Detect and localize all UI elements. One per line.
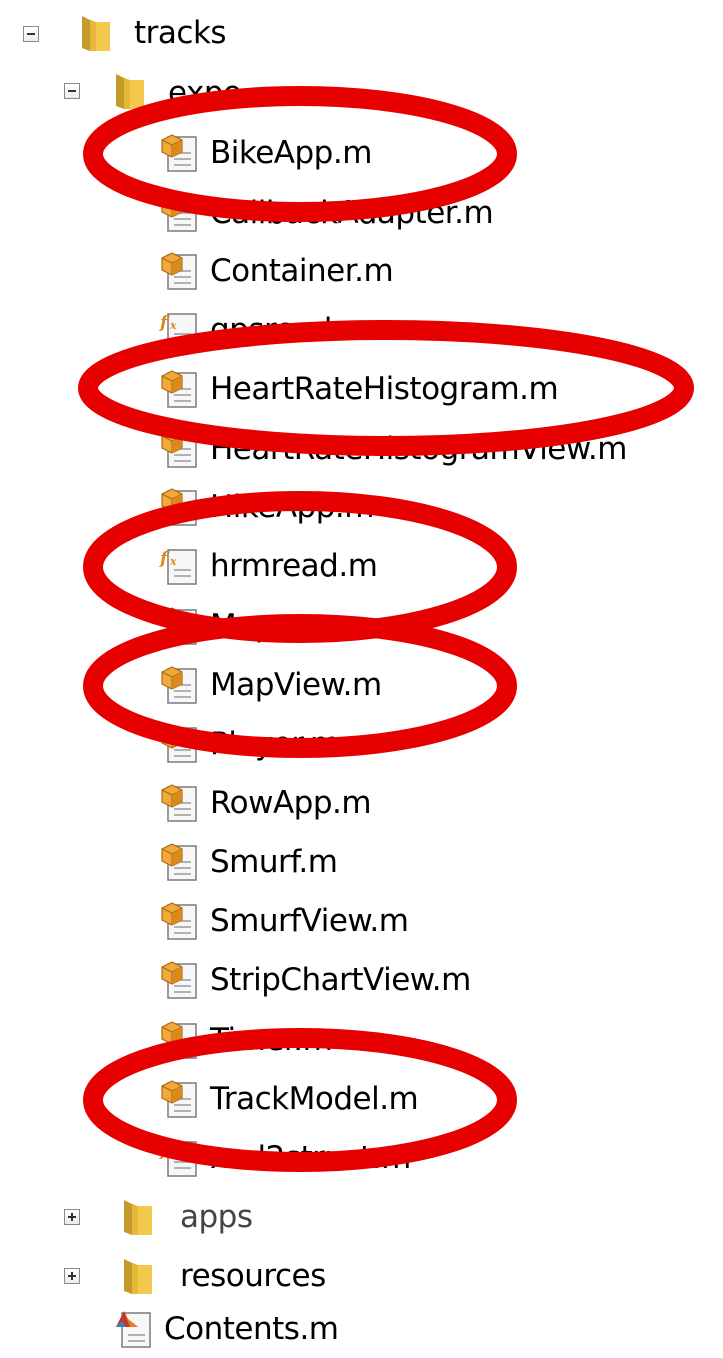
file-label: CallbackAdapter.m xyxy=(210,194,494,231)
file-label: BikeApp.m xyxy=(210,134,372,171)
tree-node-file[interactable]: RowApp.m xyxy=(158,774,372,832)
class-file-icon xyxy=(158,1018,202,1062)
file-label: HeartRateHistogramView.m xyxy=(210,430,627,467)
function-file-icon xyxy=(158,308,202,352)
file-label: Timer.m xyxy=(210,1021,333,1058)
folder-icon xyxy=(80,12,114,52)
tree-node-file[interactable]: gpsread.m xyxy=(158,301,371,359)
folder-label: resources xyxy=(180,1257,326,1294)
class-file-icon xyxy=(158,899,202,943)
tree-node-file[interactable]: BikeApp.m xyxy=(158,124,372,182)
class-file-icon xyxy=(158,427,202,471)
tree-node-tracks[interactable]: tracks xyxy=(134,4,227,62)
tree-node-file[interactable]: StripChartView.m xyxy=(158,951,471,1009)
file-label: HeartRateHistogram.m xyxy=(210,370,559,407)
tree-node-apps[interactable]: apps xyxy=(180,1188,253,1246)
tree-node-file[interactable]: Smurf.m xyxy=(158,833,338,891)
folder-label: tracks xyxy=(134,14,227,51)
tree-node-file[interactable]: HikeApp.m xyxy=(158,478,374,536)
class-file-icon xyxy=(158,1077,202,1121)
folder-icon xyxy=(122,1196,156,1236)
class-file-icon xyxy=(158,191,202,235)
tree-node-resources[interactable]: resources xyxy=(180,1247,326,1305)
folder-label: apps xyxy=(180,1198,253,1235)
tree-node-contents[interactable]: Contents.m xyxy=(112,1300,339,1358)
tree-node-file[interactable]: Map.m xyxy=(158,597,313,655)
tree-node-file[interactable]: xml2struct.m xyxy=(158,1129,411,1187)
expand-toggle-resources[interactable] xyxy=(64,1268,80,1284)
class-file-icon xyxy=(158,604,202,648)
collapse-toggle-tracks[interactable] xyxy=(23,26,39,42)
class-file-icon xyxy=(158,485,202,529)
contents-file-icon xyxy=(112,1307,156,1351)
file-label: Player.m xyxy=(210,725,340,762)
function-file-icon xyxy=(158,1136,202,1180)
class-file-icon xyxy=(158,367,202,411)
class-file-icon xyxy=(158,781,202,825)
tree-node-file[interactable]: HeartRateHistogram.m xyxy=(158,360,559,418)
file-label: MapView.m xyxy=(210,666,382,703)
file-label: hrmread.m xyxy=(210,547,378,584)
file-label: HikeApp.m xyxy=(210,488,374,525)
class-file-icon xyxy=(158,840,202,884)
tree-node-file[interactable]: hrmread.m xyxy=(158,537,378,595)
file-label: SmurfView.m xyxy=(210,902,409,939)
expand-toggle-apps[interactable] xyxy=(64,1209,80,1225)
tree-node-file[interactable]: MapView.m xyxy=(158,656,382,714)
tree-node-file[interactable]: Container.m xyxy=(158,242,394,300)
tree-node-expo[interactable]: expo xyxy=(168,64,242,122)
folder-label: expo xyxy=(168,74,242,111)
folder-icon xyxy=(114,70,148,110)
file-label: Contents.m xyxy=(164,1310,339,1347)
tree-node-file[interactable]: Player.m xyxy=(158,715,340,773)
file-label: Smurf.m xyxy=(210,843,338,880)
file-label: gpsread.m xyxy=(210,311,371,348)
file-label: Map.m xyxy=(210,607,313,644)
tree-node-file[interactable]: SmurfView.m xyxy=(158,892,409,950)
tree-node-file[interactable]: HeartRateHistogramView.m xyxy=(158,420,627,478)
collapse-toggle-expo[interactable] xyxy=(64,83,80,99)
class-file-icon xyxy=(158,722,202,766)
folder-icon xyxy=(122,1255,156,1295)
function-file-icon xyxy=(158,544,202,588)
tree-node-file[interactable]: Timer.m xyxy=(158,1011,333,1069)
tree-node-file[interactable]: CallbackAdapter.m xyxy=(158,184,494,242)
file-label: StripChartView.m xyxy=(210,961,471,998)
file-label: RowApp.m xyxy=(210,784,372,821)
tree-node-file[interactable]: TrackModel.m xyxy=(158,1070,419,1128)
file-label: xml2struct.m xyxy=(210,1139,411,1176)
class-file-icon xyxy=(158,131,202,175)
file-label: Container.m xyxy=(210,252,394,289)
class-file-icon xyxy=(158,663,202,707)
class-file-icon xyxy=(158,958,202,1002)
file-label: TrackModel.m xyxy=(210,1080,419,1117)
class-file-icon xyxy=(158,249,202,293)
